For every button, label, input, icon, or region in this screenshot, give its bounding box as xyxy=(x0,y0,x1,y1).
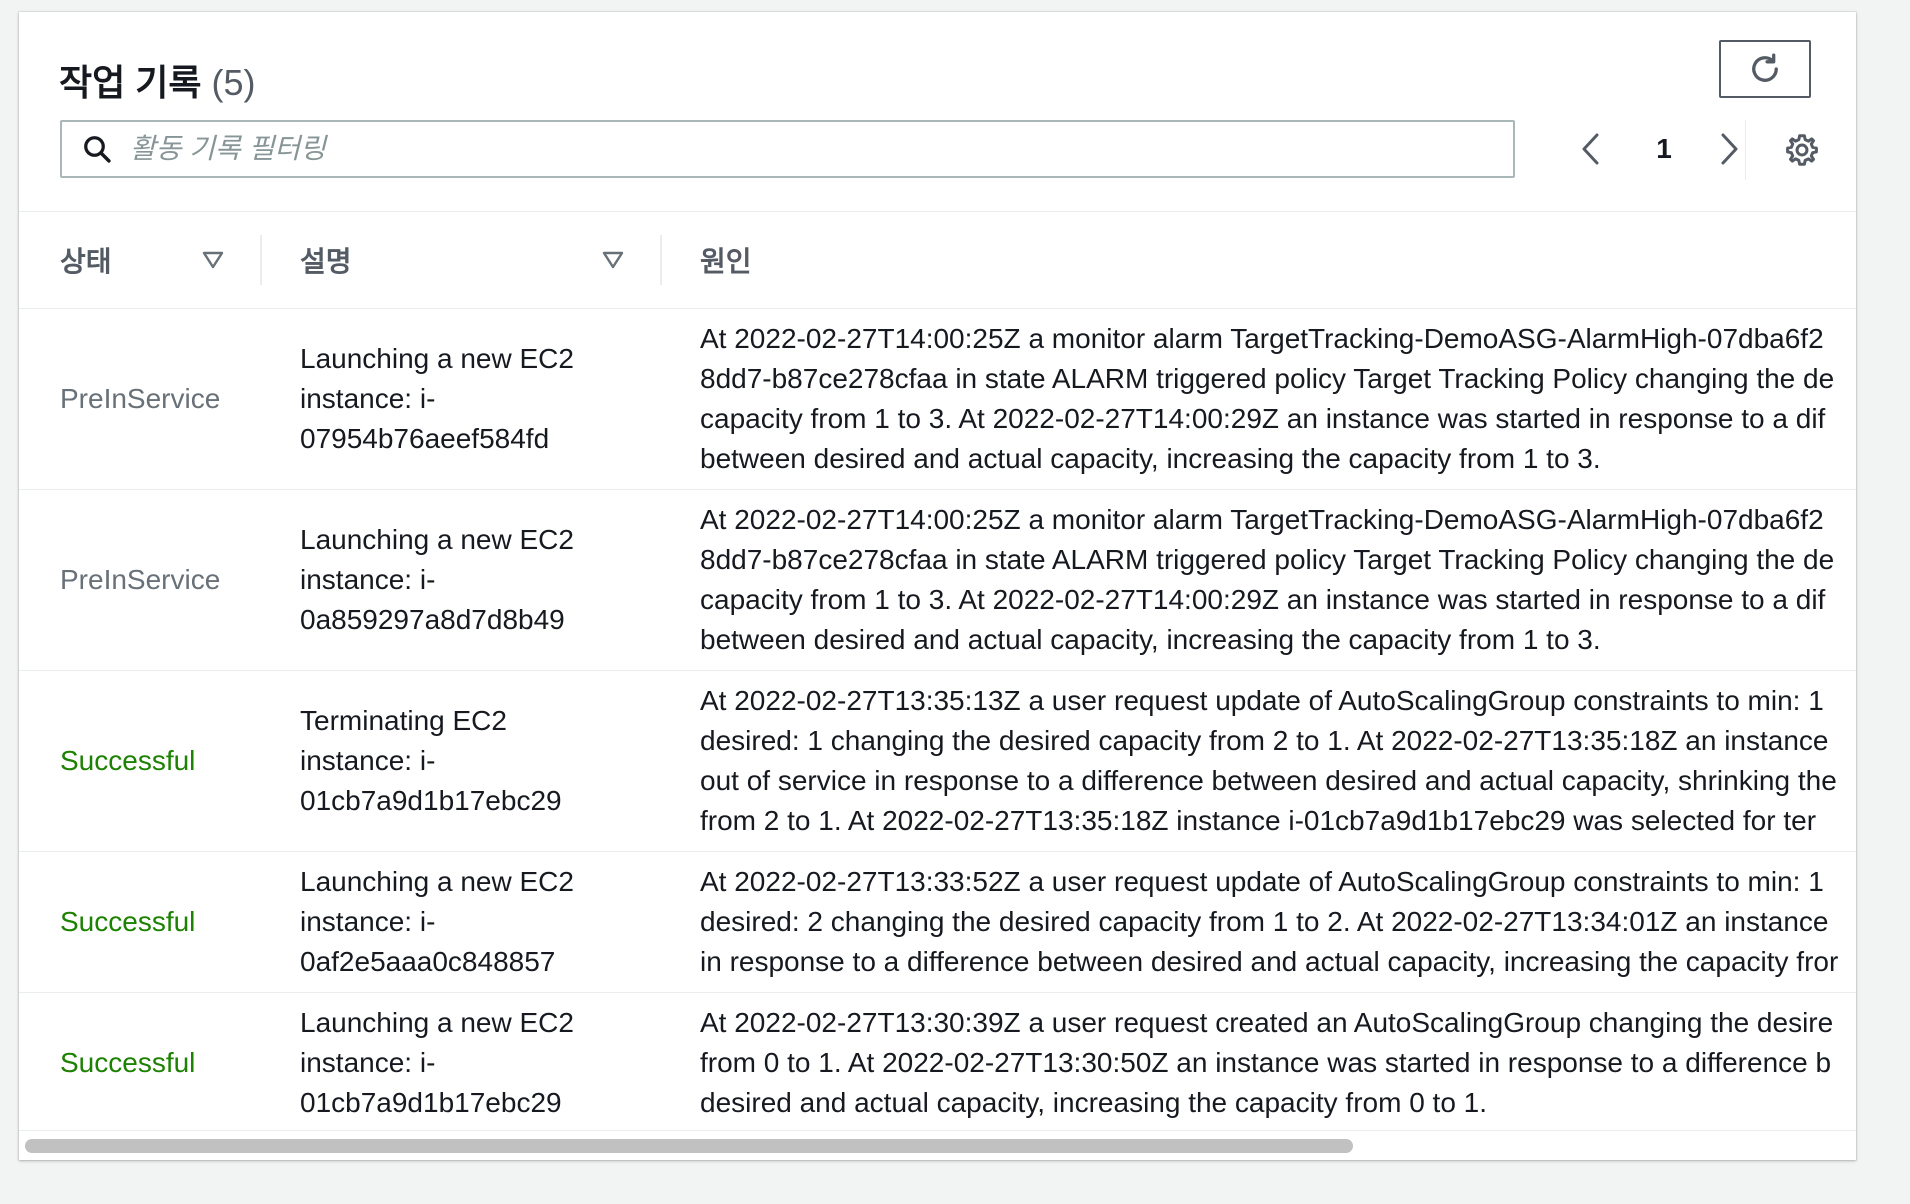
search-icon xyxy=(80,132,114,166)
column-header-description[interactable]: 설명 xyxy=(260,212,660,309)
table-row: PreInService Launching a new EC2 instance:… xyxy=(19,489,1856,671)
pagination-next-button[interactable] xyxy=(1709,120,1749,178)
description-line: Terminating EC2 xyxy=(300,705,507,736)
chevron-left-icon xyxy=(1582,133,1599,165)
cause-line: 8dd7-b87ce278cfaa in state ALARM trigger… xyxy=(700,544,1835,575)
description-line: instance: i- xyxy=(300,383,436,414)
column-header-cause: 원인 xyxy=(660,212,1856,309)
cause-line: capacity from 1 to 3. At 2022-02-27T14:0… xyxy=(700,584,1826,615)
title-text: 작업 기록 xyxy=(59,62,202,103)
description-line: instance: i- xyxy=(300,745,436,776)
column-header-label: 상태 xyxy=(60,246,112,277)
status-text: Successful xyxy=(60,1047,196,1078)
pagination-divider xyxy=(1745,120,1746,180)
status-cell: Successful xyxy=(19,851,260,993)
column-header-status[interactable]: 상태 xyxy=(19,212,260,309)
cause-line: from 0 to 1. At 2022-02-27T13:30:50Z an … xyxy=(700,1047,1832,1078)
column-header-label: 원인 xyxy=(700,246,752,277)
cause-line: in response to a difference between desi… xyxy=(700,946,1839,977)
description-line: Launching a new EC2 xyxy=(300,524,574,555)
cause-line: At 2022-02-27T13:33:52Z a user request u… xyxy=(700,866,1824,897)
status-text: PreInService xyxy=(60,564,221,595)
table-row: Successful Terminating EC2 instance: i- 01c… xyxy=(19,670,1856,852)
cause-line: At 2022-02-27T13:30:39Z a user request c… xyxy=(700,1007,1834,1038)
chevron-right-icon xyxy=(1721,133,1738,165)
gear-icon xyxy=(1786,134,1818,166)
cause-cell: At 2022-02-27T14:00:25Z a monitor alarm … xyxy=(660,308,1856,490)
status-cell: PreInService xyxy=(19,308,260,490)
refresh-button[interactable] xyxy=(1719,40,1811,98)
description-line: instance: i- xyxy=(300,1047,436,1078)
table-body: PreInService Launching a new EC2 instance:… xyxy=(19,308,1856,1132)
status-text: Successful xyxy=(60,745,196,776)
cause-cell: At 2022-02-27T13:33:52Z a user request u… xyxy=(660,851,1856,993)
status-text: PreInService xyxy=(60,383,221,414)
description-line: 07954b76aeef584fd xyxy=(300,423,550,454)
description-line: Launching a new EC2 xyxy=(300,343,574,374)
cause-line: from 2 to 1. At 2022-02-27T13:35:18Z ins… xyxy=(700,805,1817,836)
scrollbar-thumb[interactable] xyxy=(25,1139,1353,1153)
horizontal-scrollbar[interactable] xyxy=(19,1130,1856,1160)
cause-line: out of service in response to a differen… xyxy=(700,765,1837,796)
table-row: Successful Launching a new EC2 instance: i… xyxy=(19,851,1856,993)
cause-line: capacity from 1 to 3. At 2022-02-27T14:0… xyxy=(700,403,1826,434)
cause-line: between desired and actual capacity, inc… xyxy=(700,443,1601,474)
description-line: 01cb7a9d1b17ebc29 xyxy=(300,785,562,816)
title-count: (5) xyxy=(211,62,256,103)
caret-down-icon[interactable] xyxy=(202,251,224,269)
cause-cell: At 2022-02-27T13:35:13Z a user request u… xyxy=(660,670,1856,852)
cause-line: At 2022-02-27T13:35:13Z a user request u… xyxy=(700,685,1824,716)
description-line: instance: i- xyxy=(300,906,436,937)
description-line: 0af2e5aaa0c848857 xyxy=(300,946,556,977)
description-cell: Terminating EC2 instance: i- 01cb7a9d1b17e… xyxy=(260,670,660,852)
search-field[interactable] xyxy=(60,120,1515,178)
status-text: Successful xyxy=(60,906,196,937)
page-title: 작업 기록 (5) xyxy=(59,54,255,106)
description-line: Launching a new EC2 xyxy=(300,866,574,897)
column-header-label: 설명 xyxy=(300,246,352,277)
refresh-icon xyxy=(1752,53,1778,82)
description-line: 01cb7a9d1b17ebc29 xyxy=(300,1087,562,1118)
status-cell: Successful xyxy=(19,992,260,1132)
caret-down-icon[interactable] xyxy=(602,251,624,269)
status-cell: PreInService xyxy=(19,489,260,671)
table-header-row: 상태 설명 원인 xyxy=(19,212,1856,309)
description-cell: Launching a new EC2 instance: i- 0af2e5aaa… xyxy=(260,851,660,993)
search-input[interactable] xyxy=(128,121,1513,177)
description-line: instance: i- xyxy=(300,564,436,595)
cause-line: desired and actual capacity, increasing … xyxy=(700,1087,1488,1118)
preferences-button[interactable] xyxy=(1780,128,1824,172)
description-cell: Launching a new EC2 instance: i- 0a859297a… xyxy=(260,489,660,671)
pagination-current-page[interactable]: 1 xyxy=(1639,120,1689,178)
description-line: 0a859297a8d7d8b49 xyxy=(300,604,565,635)
description-cell: Launching a new EC2 instance: i- 07954b76a… xyxy=(260,308,660,490)
activity-history-panel: 작업 기록(5) 1 xyxy=(19,12,1856,1160)
pagination-prev-button[interactable] xyxy=(1571,120,1611,178)
cause-line: desired: 2 changing the desired capacity… xyxy=(700,906,1829,937)
cause-cell: At 2022-02-27T14:00:25Z a monitor alarm … xyxy=(660,489,1856,671)
cause-line: between desired and actual capacity, inc… xyxy=(700,624,1601,655)
description-cell: Launching a new EC2 instance: i- 01cb7a9d1… xyxy=(260,992,660,1132)
activity-table: 상태 설명 원인 PreInService Launching a new EC… xyxy=(19,212,1856,1132)
cause-line: At 2022-02-27T14:00:25Z a monitor alarm … xyxy=(700,504,1824,535)
description-line: Launching a new EC2 xyxy=(300,1007,574,1038)
activity-table-container: 상태 설명 원인 PreInService Launching a new EC… xyxy=(19,212,1856,1132)
panel-header: 작업 기록(5) 1 xyxy=(19,12,1856,212)
cause-line: 8dd7-b87ce278cfaa in state ALARM trigger… xyxy=(700,363,1835,394)
table-row: PreInService Launching a new EC2 instance:… xyxy=(19,308,1856,490)
status-cell: Successful xyxy=(19,670,260,852)
cause-cell: At 2022-02-27T13:30:39Z a user request c… xyxy=(660,992,1856,1132)
cause-line: desired: 1 changing the desired capacity… xyxy=(700,725,1829,756)
cause-line: At 2022-02-27T14:00:25Z a monitor alarm … xyxy=(700,323,1824,354)
table-row: Successful Launching a new EC2 instance: i… xyxy=(19,992,1856,1132)
